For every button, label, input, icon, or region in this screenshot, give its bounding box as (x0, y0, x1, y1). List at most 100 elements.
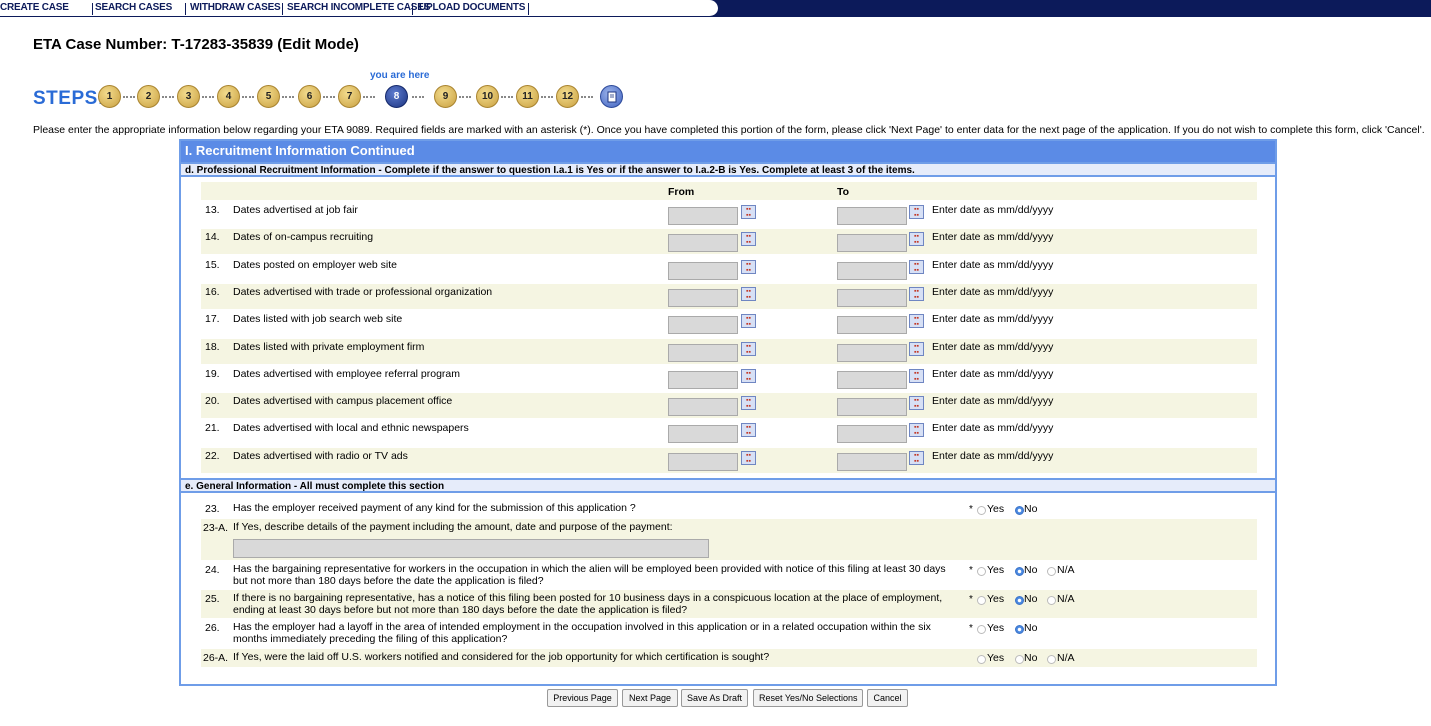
q25-yes-radio[interactable] (977, 596, 986, 605)
q26a-yes-radio[interactable] (977, 655, 986, 664)
q24-na-radio[interactable] (1047, 567, 1056, 576)
date-format-hint: Enter date as mm/dd/yyyy (932, 395, 1054, 407)
step-9[interactable]: 9 (434, 85, 457, 108)
date-from-input[interactable] (668, 316, 738, 334)
nav-search-incomplete-cases[interactable]: SEARCH INCOMPLETE CASES (287, 2, 430, 13)
calendar-icon[interactable]: ▪▪ ▪▪ (741, 396, 756, 410)
step-11[interactable]: 11 (516, 85, 539, 108)
q26-yes-label: Yes (987, 622, 1005, 634)
q25-number: 25. (205, 593, 220, 605)
nav-create-case[interactable]: CREATE CASE (0, 2, 69, 13)
calendar-icon[interactable]: ▪▪ ▪▪ (909, 205, 924, 219)
save-as-draft-button[interactable]: Save As Draft (681, 689, 748, 707)
q23-no-radio[interactable] (1015, 506, 1024, 515)
column-header-row (201, 182, 1257, 200)
cancel-button[interactable]: Cancel (867, 689, 908, 707)
calendar-icon[interactable]: ▪▪ ▪▪ (741, 205, 756, 219)
date-to-input[interactable] (837, 453, 907, 471)
calendar-icon[interactable]: ▪▪ ▪▪ (909, 287, 924, 301)
date-from-input[interactable] (668, 234, 738, 252)
date-row-label: Dates of on-campus recruiting (233, 231, 374, 243)
nav-search-cases[interactable]: SEARCH CASES (95, 2, 172, 13)
q26a-no-radio[interactable] (1015, 655, 1024, 664)
step-1[interactable]: 1 (98, 85, 121, 108)
calendar-icon[interactable]: ▪▪ ▪▪ (909, 451, 924, 465)
date-from-input[interactable] (668, 371, 738, 389)
q23-yes-radio[interactable] (977, 506, 986, 515)
q24-number: 24. (205, 564, 220, 576)
date-to-input[interactable] (837, 344, 907, 362)
nav-pill: CREATE CASE SEARCH CASES WITHDRAW CASES … (0, 0, 718, 17)
q24-no-label: No (1024, 564, 1038, 576)
calendar-icon[interactable]: ▪▪ ▪▪ (741, 451, 756, 465)
date-row-number: 18. (205, 341, 220, 353)
calendar-icon[interactable]: ▪▪ ▪▪ (741, 232, 756, 246)
date-from-input[interactable] (668, 289, 738, 307)
payment-details-input[interactable] (233, 539, 709, 558)
required-asterisk: * (969, 504, 973, 515)
step-2[interactable]: 2 (137, 85, 160, 108)
calendar-icon[interactable]: ▪▪ ▪▪ (909, 342, 924, 356)
date-from-input[interactable] (668, 207, 738, 225)
calendar-icon[interactable]: ▪▪ ▪▪ (909, 314, 924, 328)
q26-yes-radio[interactable] (977, 625, 986, 634)
nav-withdraw-cases[interactable]: WITHDRAW CASES (190, 2, 281, 13)
date-to-input[interactable] (837, 289, 907, 307)
calendar-icon[interactable]: ▪▪ ▪▪ (741, 314, 756, 328)
date-format-hint: Enter date as mm/dd/yyyy (932, 422, 1054, 434)
calendar-icon[interactable]: ▪▪ ▪▪ (909, 396, 924, 410)
date-to-input[interactable] (837, 371, 907, 389)
step-4[interactable]: 4 (217, 85, 240, 108)
calendar-icon[interactable]: ▪▪ ▪▪ (909, 369, 924, 383)
calendar-icon[interactable]: ▪▪ ▪▪ (909, 260, 924, 274)
date-to-input[interactable] (837, 425, 907, 443)
step-10[interactable]: 10 (476, 85, 499, 108)
section-title: I. Recruitment Information Continued (181, 141, 1275, 162)
date-to-input[interactable] (837, 207, 907, 225)
step-3[interactable]: 3 (177, 85, 200, 108)
step-6[interactable]: 6 (298, 85, 321, 108)
q26-no-radio[interactable] (1015, 625, 1024, 634)
q24-yes-radio[interactable] (977, 567, 986, 576)
step-connector (123, 96, 135, 98)
step-connector (162, 96, 174, 98)
date-to-input[interactable] (837, 262, 907, 280)
recruitment-form: I. Recruitment Information Continued d. … (179, 139, 1277, 686)
calendar-icon[interactable]: ▪▪ ▪▪ (741, 423, 756, 437)
previous-page-button[interactable]: Previous Page (547, 689, 618, 707)
step-final-icon[interactable] (600, 85, 623, 108)
reset-selections-button[interactable]: Reset Yes/No Selections (753, 689, 863, 707)
date-row-label: Dates advertised with campus placement o… (233, 395, 453, 407)
q25-na-radio[interactable] (1047, 596, 1056, 605)
q25-no-radio[interactable] (1015, 596, 1024, 605)
q24-na-label: N/A (1057, 564, 1075, 576)
q26a-na-radio[interactable] (1047, 655, 1056, 664)
calendar-icon[interactable]: ▪▪ ▪▪ (741, 369, 756, 383)
q24-no-radio[interactable] (1015, 567, 1024, 576)
step-12[interactable]: 12 (556, 85, 579, 108)
q23-number: 23. (205, 503, 220, 515)
step-8-current[interactable]: 8 (385, 85, 408, 108)
nav-upload-documents[interactable]: UPLOAD DOCUMENTS (419, 2, 525, 13)
date-to-input[interactable] (837, 398, 907, 416)
date-from-input[interactable] (668, 344, 738, 362)
q26a-number: 26-A. (203, 652, 229, 664)
date-format-hint: Enter date as mm/dd/yyyy (932, 341, 1054, 353)
calendar-icon[interactable]: ▪▪ ▪▪ (741, 342, 756, 356)
q25-na-label: N/A (1057, 593, 1075, 605)
date-from-input[interactable] (668, 398, 738, 416)
calendar-icon[interactable]: ▪▪ ▪▪ (909, 232, 924, 246)
date-to-input[interactable] (837, 234, 907, 252)
date-from-input[interactable] (668, 453, 738, 471)
step-5[interactable]: 5 (257, 85, 280, 108)
date-from-input[interactable] (668, 262, 738, 280)
q23-no-label: No (1024, 503, 1038, 515)
calendar-icon[interactable]: ▪▪ ▪▪ (741, 260, 756, 274)
next-page-button[interactable]: Next Page (622, 689, 678, 707)
step-7[interactable]: 7 (338, 85, 361, 108)
date-to-input[interactable] (837, 316, 907, 334)
calendar-icon[interactable]: ▪▪ ▪▪ (909, 423, 924, 437)
calendar-icon[interactable]: ▪▪ ▪▪ (741, 287, 756, 301)
you-are-here-label: you are here (370, 70, 430, 81)
date-from-input[interactable] (668, 425, 738, 443)
